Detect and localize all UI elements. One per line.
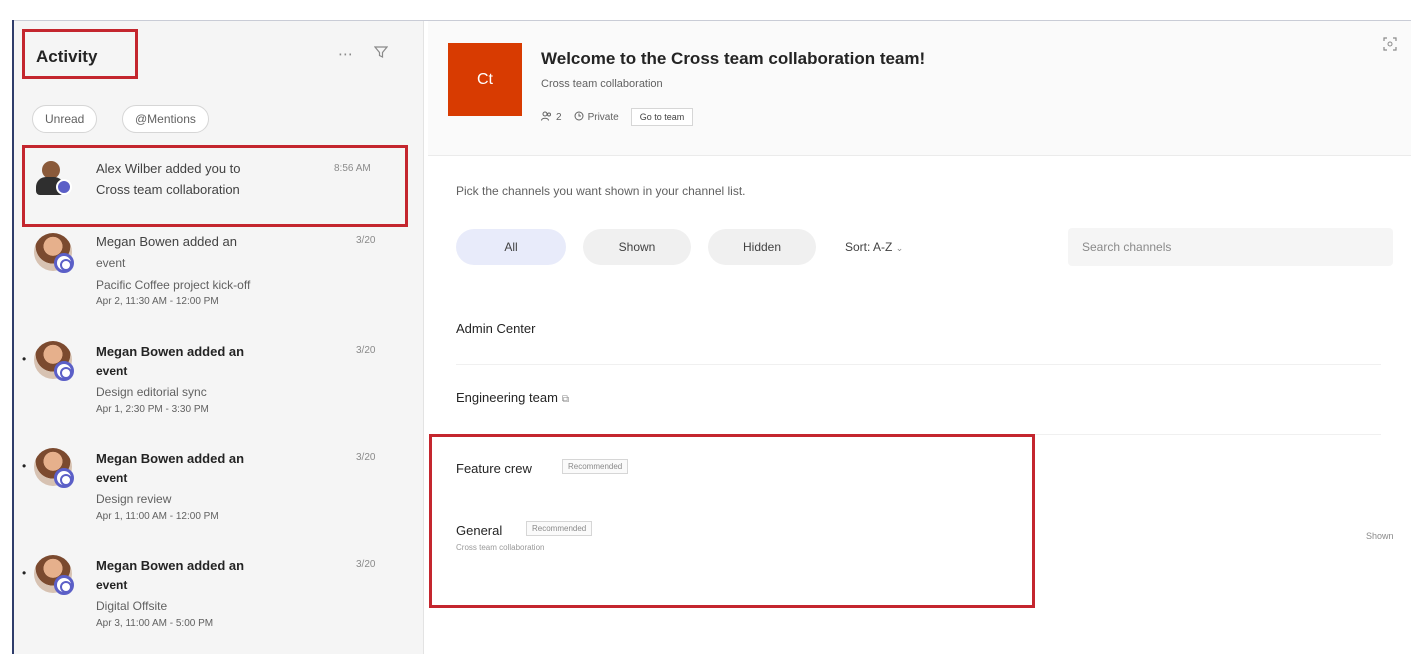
activity-item[interactable]: • Megan Bowen added an event Design revi…: [14, 446, 424, 551]
activity-item-subtitle: Digital Offsite: [96, 599, 168, 613]
privacy-label: Private: [587, 111, 619, 123]
search-channels-box: [1068, 228, 1393, 266]
sort-label: Sort: A-Z: [845, 240, 893, 254]
unread-indicator: •: [22, 566, 27, 580]
channel-name-row: Engineering team ⧉: [456, 390, 569, 405]
team-avatar: Ct: [448, 43, 522, 116]
member-count[interactable]: 2: [541, 111, 562, 124]
search-channels-input[interactable]: [1068, 228, 1393, 266]
activity-item-title: Megan Bowen added an: [96, 558, 245, 573]
activity-item-time: 3/20: [356, 345, 376, 356]
expand-icon[interactable]: [1383, 37, 1397, 54]
activity-item-time: 3/20: [356, 235, 376, 246]
calendar-badge-icon: [54, 361, 74, 381]
annotation-highlight: [22, 145, 408, 227]
screen-top-margin: [0, 0, 1411, 18]
activity-item[interactable]: • Megan Bowen added an event Design edit…: [14, 339, 424, 444]
activity-item-title-cont: event: [96, 364, 128, 378]
activity-pane: Activity ⋯ Unread @Mentions Alex Wilber …: [14, 21, 424, 654]
channel-instruction: Pick the channels you want shown in your…: [456, 184, 746, 198]
sort-dropdown[interactable]: Sort: A-Z ⌄: [845, 240, 903, 254]
team-welcome-title: Welcome to the Cross team collaboration …: [541, 49, 926, 68]
activity-item-title: Megan Bowen added an: [96, 234, 237, 249]
mentions-filter-chip[interactable]: @Mentions: [122, 105, 209, 133]
activity-item-subtitle: Pacific Coffee project kick-off: [96, 278, 251, 292]
more-options-icon[interactable]: ⋯: [338, 45, 354, 63]
activity-item-title-cont: event: [96, 471, 128, 485]
activity-item-detail: Apr 3, 11:00 AM - 5:00 PM: [96, 618, 214, 629]
activity-item-title-cont: event: [96, 578, 128, 592]
chevron-down-icon: ⌄: [895, 243, 904, 253]
unread-indicator: •: [22, 352, 27, 366]
annotation-highlight: [429, 434, 1035, 608]
shared-channel-icon: ⧉: [561, 394, 570, 405]
activity-item[interactable]: • Megan Bowen added an event Digital Off…: [14, 553, 424, 653]
activity-item-title-cont: event: [96, 256, 126, 270]
team-subtitle: Cross team collaboration: [541, 78, 663, 90]
activity-item-time: 3/20: [356, 452, 376, 463]
team-header: Ct Welcome to the Cross team collaborati…: [428, 21, 1411, 156]
people-icon: [541, 111, 552, 124]
channel-visibility-status[interactable]: Shown: [1366, 531, 1394, 541]
activity-item-title: Megan Bowen added an: [96, 451, 245, 466]
filter-all-button[interactable]: All: [456, 229, 566, 265]
calendar-badge-icon: [54, 468, 74, 488]
unread-filter-chip[interactable]: Unread: [32, 105, 98, 133]
calendar-badge-icon: [54, 575, 74, 595]
channel-row[interactable]: Admin Center: [456, 303, 1381, 365]
unread-indicator: •: [22, 459, 27, 473]
activity-item-subtitle: Design editorial sync: [96, 385, 207, 399]
channel-row[interactable]: Engineering team ⧉: [456, 369, 1381, 435]
activity-item-subtitle: Design review: [96, 492, 172, 506]
go-to-team-button[interactable]: Go to team: [630, 108, 694, 126]
privacy-icon: [574, 111, 584, 124]
calendar-badge-icon: [54, 253, 74, 273]
activity-item-detail: Apr 1, 2:30 PM - 3:30 PM: [96, 404, 209, 415]
activity-item-time: 3/20: [356, 559, 376, 570]
filter-icon[interactable]: [373, 45, 389, 63]
filter-hidden-button[interactable]: Hidden: [708, 229, 816, 265]
activity-item-title: Megan Bowen added an: [96, 344, 245, 359]
filter-shown-button[interactable]: Shown: [583, 229, 691, 265]
activity-item-detail: Apr 2, 11:30 AM - 12:00 PM: [96, 296, 219, 307]
team-meta: 2 Private Go to team: [541, 108, 694, 126]
activity-item[interactable]: Megan Bowen added an event Pacific Coffe…: [14, 229, 424, 334]
channel-name: Admin Center: [456, 321, 536, 336]
member-count-value: 2: [556, 111, 562, 123]
activity-item-detail: Apr 1, 11:00 AM - 12:00 PM: [96, 511, 219, 522]
channel-name: Engineering team: [456, 390, 558, 405]
annotation-highlight: [22, 29, 138, 79]
privacy-indicator: Private: [574, 111, 619, 124]
